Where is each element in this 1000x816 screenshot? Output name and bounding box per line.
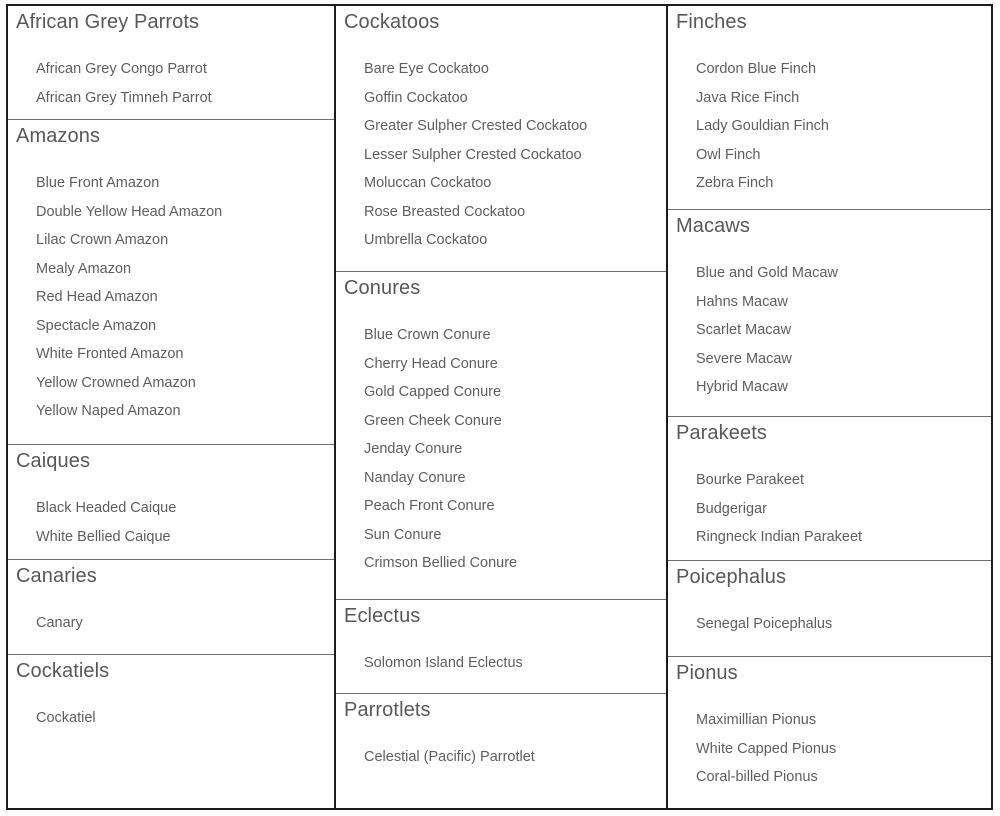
species-group-title: Macaws <box>676 215 750 237</box>
species-group-title: Conures <box>344 277 421 299</box>
species-group: Macaws Blue and Gold Macaw Hahns Macaw Scar… <box>668 210 991 417</box>
species-list-item[interactable]: Blue Crown Conure <box>336 321 666 350</box>
species-list-item[interactable]: Scarlet Macaw <box>668 316 991 345</box>
species-list-item[interactable]: Ringneck Indian Parakeet <box>668 523 991 552</box>
species-list: Blue Crown Conure Cherry Head Conure Gold … <box>336 300 666 578</box>
species-column-2: Cockatoos Bare Eye Cockatoo Goffin Cockato… <box>336 6 668 808</box>
species-group: Eclectus Solomon Island Eclectus <box>336 600 666 694</box>
species-list-item[interactable]: Canary <box>8 609 334 638</box>
species-group-title: Parrotlets <box>344 699 431 721</box>
species-list-item[interactable]: Cherry Head Conure <box>336 350 666 379</box>
species-list-item[interactable]: Double Yellow Head Amazon <box>8 198 334 227</box>
species-list-item[interactable]: Maximillian Pionus <box>668 706 991 735</box>
species-list-item[interactable]: Black Headed Caique <box>8 494 334 523</box>
species-group: Caiques Black Headed Caique White Bellied … <box>8 445 334 560</box>
species-group-title: Poicephalus <box>676 566 787 588</box>
species-list: Bare Eye Cockatoo Goffin Cockatoo Greater … <box>336 34 666 255</box>
species-list-item[interactable]: Budgerigar <box>668 495 991 524</box>
species-group-title: Pionus <box>676 662 738 684</box>
species-group: Pionus Maximillian Pionus White Capped Pio… <box>668 657 991 808</box>
species-list-item[interactable]: White Bellied Caique <box>8 523 334 552</box>
species-group: Finches Cordon Blue Finch Java Rice Finch L… <box>668 6 991 210</box>
species-list-item[interactable]: Lesser Sulpher Crested Cockatoo <box>336 141 666 170</box>
species-list-item[interactable]: Blue and Gold Macaw <box>668 259 991 288</box>
species-group-title: Cockatiels <box>16 660 110 682</box>
species-group: Conures Blue Crown Conure Cherry Head Conu… <box>336 272 666 600</box>
species-list: Bourke Parakeet Budgerigar Ringneck Indian… <box>668 445 991 552</box>
species-list: Celestial (Pacific) Parrotlet <box>336 722 666 772</box>
species-group-title: Eclectus <box>344 605 421 627</box>
species-list-item[interactable]: Rose Breasted Cockatoo <box>336 198 666 227</box>
species-list-item[interactable]: African Grey Timneh Parrot <box>8 84 334 113</box>
species-list-item[interactable]: Red Head Amazon <box>8 283 334 312</box>
species-list-item[interactable]: Severe Macaw <box>668 345 991 374</box>
species-group: African Grey Parrots African Grey Congo P… <box>8 6 334 120</box>
species-group: Canaries Canary <box>8 560 334 655</box>
species-list: Cockatiel <box>8 683 334 733</box>
species-list-item[interactable]: Java Rice Finch <box>668 84 991 113</box>
species-list: Black Headed Caique White Bellied Caique <box>8 473 334 551</box>
species-list-item[interactable]: Moluccan Cockatoo <box>336 169 666 198</box>
species-column-3: Finches Cordon Blue Finch Java Rice Finch L… <box>668 6 991 808</box>
species-list-item[interactable]: Peach Front Conure <box>336 492 666 521</box>
species-list: Senegal Poicephalus <box>668 589 991 639</box>
species-group: Amazons Blue Front Amazon Double Yellow He… <box>8 120 334 445</box>
species-group-title: Caiques <box>16 450 91 472</box>
species-list-item[interactable]: Yellow Crowned Amazon <box>8 369 334 398</box>
species-list-item[interactable]: Cordon Blue Finch <box>668 55 991 84</box>
species-list-item[interactable]: Gold Capped Conure <box>336 378 666 407</box>
species-group: Parakeets Bourke Parakeet Budgerigar Ringne… <box>668 417 991 561</box>
bird-species-directory: African Grey Parrots African Grey Congo P… <box>6 4 993 810</box>
species-list-item[interactable]: Hybrid Macaw <box>668 373 991 402</box>
species-group: Cockatiels Cockatiel <box>8 655 334 808</box>
species-list-item[interactable]: African Grey Congo Parrot <box>8 55 334 84</box>
species-list-item[interactable]: Lilac Crown Amazon <box>8 226 334 255</box>
species-list-item[interactable]: Green Cheek Conure <box>336 407 666 436</box>
species-list-item[interactable]: White Capped Pionus <box>668 735 991 764</box>
species-group-title: Parakeets <box>676 422 767 444</box>
species-list-item[interactable]: Jenday Conure <box>336 435 666 464</box>
species-list-item[interactable]: Coral-billed Pionus <box>668 763 991 792</box>
species-group: Parrotlets Celestial (Pacific) Parrotlet <box>336 694 666 808</box>
species-list-item[interactable]: Yellow Naped Amazon <box>8 397 334 426</box>
species-list-item[interactable]: Crimson Bellied Conure <box>336 549 666 578</box>
species-list-item[interactable]: White Fronted Amazon <box>8 340 334 369</box>
species-list-item[interactable]: Owl Finch <box>668 141 991 170</box>
species-list-item[interactable]: Senegal Poicephalus <box>668 610 991 639</box>
species-list-item[interactable]: Hahns Macaw <box>668 288 991 317</box>
species-list-item[interactable]: Mealy Amazon <box>8 255 334 284</box>
species-list: Cordon Blue Finch Java Rice Finch Lady Gou… <box>668 34 991 198</box>
species-group-title: African Grey Parrots <box>16 11 200 33</box>
species-group-title: Canaries <box>16 565 97 587</box>
species-list-item[interactable]: Goffin Cockatoo <box>336 84 666 113</box>
species-list: African Grey Congo Parrot African Grey Ti… <box>8 34 334 112</box>
species-group: Cockatoos Bare Eye Cockatoo Goffin Cockato… <box>336 6 666 272</box>
species-group: Poicephalus Senegal Poicephalus <box>668 561 991 657</box>
species-list-item[interactable]: Sun Conure <box>336 521 666 550</box>
species-list-item[interactable]: Cockatiel <box>8 704 334 733</box>
species-list: Solomon Island Eclectus <box>336 628 666 678</box>
species-group-title: Amazons <box>16 125 101 147</box>
species-list-item[interactable]: Lady Gouldian Finch <box>668 112 991 141</box>
species-list-item[interactable]: Solomon Island Eclectus <box>336 649 666 678</box>
species-list: Maximillian Pionus White Capped Pionus Cor… <box>668 685 991 792</box>
species-list-item[interactable]: Zebra Finch <box>668 169 991 198</box>
species-list: Blue and Gold Macaw Hahns Macaw Scarlet Ma… <box>668 238 991 402</box>
species-list: Blue Front Amazon Double Yellow Head Amaz… <box>8 148 334 426</box>
species-list-item[interactable]: Nanday Conure <box>336 464 666 493</box>
species-list-item[interactable]: Bourke Parakeet <box>668 466 991 495</box>
species-list-item[interactable]: Spectacle Amazon <box>8 312 334 341</box>
species-column-1: African Grey Parrots African Grey Congo P… <box>8 6 336 808</box>
species-list-item[interactable]: Umbrella Cockatoo <box>336 226 666 255</box>
species-list-item[interactable]: Greater Sulpher Crested Cockatoo <box>336 112 666 141</box>
species-list-item[interactable]: Celestial (Pacific) Parrotlet <box>336 743 666 772</box>
species-list-item[interactable]: Bare Eye Cockatoo <box>336 55 666 84</box>
species-group-title: Finches <box>676 11 747 33</box>
species-group-title: Cockatoos <box>344 11 440 33</box>
species-list-item[interactable]: Blue Front Amazon <box>8 169 334 198</box>
species-list: Canary <box>8 588 334 638</box>
